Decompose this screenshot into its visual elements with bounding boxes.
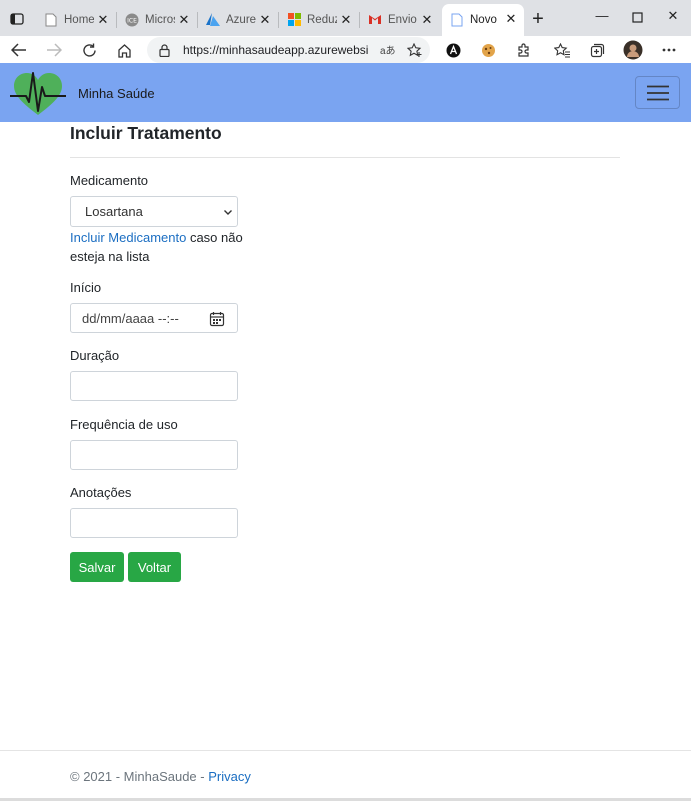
azure-icon xyxy=(206,13,220,27)
browser-tab-envio[interactable]: Envio ✕ xyxy=(360,5,440,34)
tab-title: Home xyxy=(64,13,94,26)
minimize-icon[interactable]: — xyxy=(592,8,612,28)
inicio-placeholder: dd/mm/aaaa --:-- xyxy=(82,310,179,326)
include-medication-hint: Incluir Medicamento caso não esteja na l… xyxy=(70,228,245,266)
close-window-icon[interactable]: ✕ xyxy=(663,8,683,28)
svg-text:ICE: ICE xyxy=(127,17,137,24)
tab-title: Azure xyxy=(226,13,256,26)
chevron-down-icon xyxy=(224,210,232,215)
ice-icon: ICE xyxy=(125,13,139,27)
browser-toolbar: https://minhasaudeapp.azurewebsit... aあ xyxy=(0,36,691,63)
page-title: Incluir Tratamento xyxy=(70,123,222,143)
tab-actions-icon[interactable] xyxy=(4,7,30,31)
title-divider xyxy=(70,157,620,158)
extension-cookie-icon[interactable] xyxy=(477,39,499,61)
browser-tab-bar: Home ✕ ICE Microsoft ✕ Azure ✕ Reduzir ✕… xyxy=(0,0,691,36)
lock-icon xyxy=(157,43,171,57)
close-icon[interactable]: ✕ xyxy=(339,12,353,28)
menu-toggle-button[interactable] xyxy=(635,76,680,109)
hamburger-icon xyxy=(646,85,669,100)
more-options-icon[interactable] xyxy=(658,39,680,61)
copyright-text: © 2021 - MinhaSaude - xyxy=(70,769,209,784)
new-tab-button[interactable]: + xyxy=(527,9,549,29)
tab-title: Microsoft xyxy=(145,13,175,26)
favorites-icon[interactable] xyxy=(551,39,573,61)
close-icon[interactable]: ✕ xyxy=(504,11,518,27)
browser-tab-home[interactable]: Home ✕ xyxy=(36,5,116,34)
tab-title: Envio xyxy=(388,13,417,26)
inicio-datetime-input[interactable]: dd/mm/aaaa --:-- xyxy=(70,303,238,333)
browser-tab-microsoft[interactable]: ICE Microsoft ✕ xyxy=(117,5,197,34)
add-favorite-icon[interactable] xyxy=(406,41,424,59)
frequencia-label: Frequência de uso xyxy=(70,417,178,432)
windows-icon xyxy=(287,13,301,27)
include-medication-link[interactable]: Incluir Medicamento xyxy=(70,230,186,245)
frequencia-input[interactable] xyxy=(70,440,238,470)
close-icon[interactable]: ✕ xyxy=(96,12,110,28)
close-icon[interactable]: ✕ xyxy=(177,12,191,28)
anotacoes-input[interactable] xyxy=(70,508,238,538)
app-brand[interactable]: Minha Saúde xyxy=(78,86,155,101)
footer-divider xyxy=(0,750,691,751)
read-aloud-icon[interactable]: aあ xyxy=(380,42,396,57)
collections-icon[interactable] xyxy=(586,39,608,61)
url-text[interactable]: https://minhasaudeapp.azurewebsit... xyxy=(183,43,368,57)
footer: © 2021 - MinhaSaude - Privacy xyxy=(70,769,251,784)
page-icon xyxy=(450,13,464,27)
browser-tab-reduzir[interactable]: Reduzir ✕ xyxy=(279,5,359,34)
anotacoes-label: Anotações xyxy=(70,485,132,500)
heart-logo[interactable] xyxy=(8,67,68,119)
browser-tab-novo[interactable]: Novo T ✕ xyxy=(442,4,524,36)
tab-title: Reduzir xyxy=(307,13,337,26)
browser-tab-azure[interactable]: Azure ✕ xyxy=(198,5,278,34)
duracao-input[interactable] xyxy=(70,371,238,401)
tab-title: Novo T xyxy=(470,14,500,26)
address-bar[interactable]: https://minhasaudeapp.azurewebsit... aあ xyxy=(147,37,430,63)
back-icon[interactable] xyxy=(8,39,30,61)
close-icon[interactable]: ✕ xyxy=(420,12,434,28)
app-navbar: Minha Saúde xyxy=(0,63,691,122)
forward-icon[interactable] xyxy=(43,39,65,61)
calendar-icon[interactable] xyxy=(209,311,225,327)
home-icon[interactable] xyxy=(113,39,135,61)
duracao-label: Duração xyxy=(70,348,120,363)
extensions-icon[interactable] xyxy=(512,39,534,61)
close-icon[interactable]: ✕ xyxy=(258,12,272,28)
profile-avatar[interactable] xyxy=(622,39,644,61)
back-button[interactable]: Voltar xyxy=(128,552,181,582)
inicio-label: Início xyxy=(70,280,102,295)
medicamento-select[interactable]: Losartana xyxy=(70,196,238,227)
refresh-icon[interactable] xyxy=(78,39,100,61)
privacy-link[interactable]: Privacy xyxy=(208,769,251,784)
maximize-icon[interactable] xyxy=(627,8,647,28)
medicamento-selected-value: Losartana xyxy=(85,204,143,219)
gmail-icon xyxy=(368,13,382,27)
medicamento-label: Medicamento xyxy=(70,173,149,188)
save-button[interactable]: Salvar xyxy=(70,552,124,582)
page-icon xyxy=(44,13,58,27)
extension-a-icon[interactable] xyxy=(442,39,464,61)
